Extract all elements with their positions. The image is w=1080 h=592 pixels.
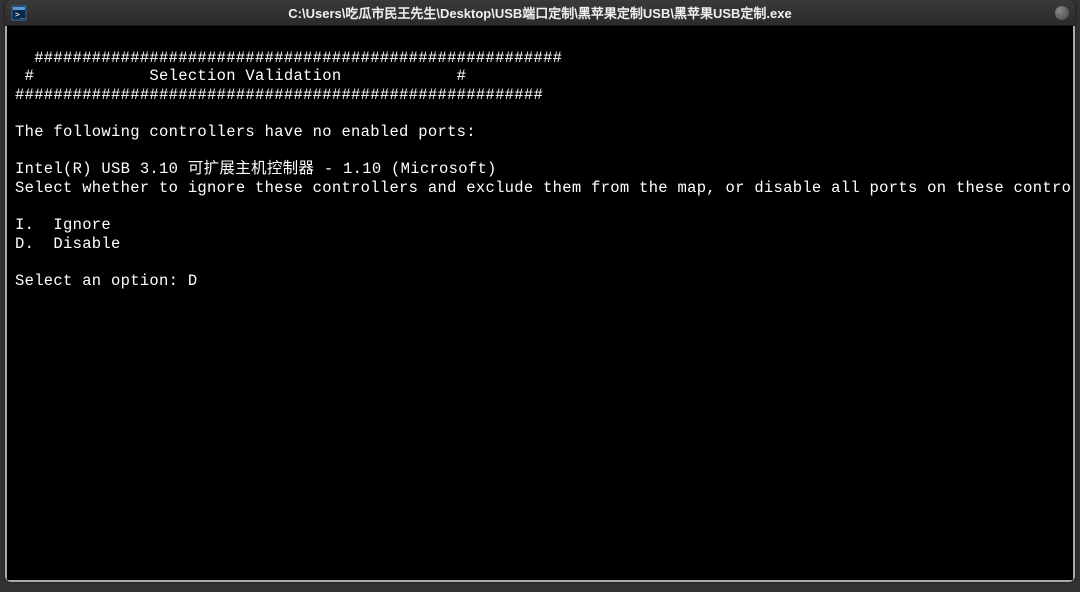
console-window: >_ C:\Users\吃瓜市民王先生\Desktop\USB端口定制\黑苹果定… — [5, 0, 1075, 582]
titlebar[interactable]: >_ C:\Users\吃瓜市民王先生\Desktop\USB端口定制\黑苹果定… — [5, 0, 1075, 26]
controller-name: Intel(R) USB 3.10 可扩展主机控制器 - 1.10 (Micro… — [15, 160, 497, 178]
svg-text:>_: >_ — [15, 10, 25, 19]
header-rule-top: ########################################… — [15, 49, 562, 67]
message-no-ports: The following controllers have no enable… — [15, 123, 476, 141]
option-ignore: I. Ignore — [15, 216, 111, 234]
prompt-line: Select an option: D — [15, 272, 197, 290]
prompt-label: Select an option: — [15, 272, 188, 290]
minimize-button[interactable] — [1055, 6, 1069, 20]
app-icon: >_ — [11, 5, 27, 21]
terminal-output[interactable]: ########################################… — [5, 26, 1075, 582]
header-rule-bottom: ########################################… — [15, 86, 543, 104]
option-disable: D. Disable — [15, 235, 121, 253]
instruction-text: Select whether to ignore these controlle… — [15, 179, 1075, 197]
window-title: C:\Users\吃瓜市民王先生\Desktop\USB端口定制\黑苹果定制US… — [288, 3, 791, 22]
prompt-input-value[interactable]: D — [188, 272, 198, 290]
header-title: # Selection Validation # — [15, 67, 466, 85]
